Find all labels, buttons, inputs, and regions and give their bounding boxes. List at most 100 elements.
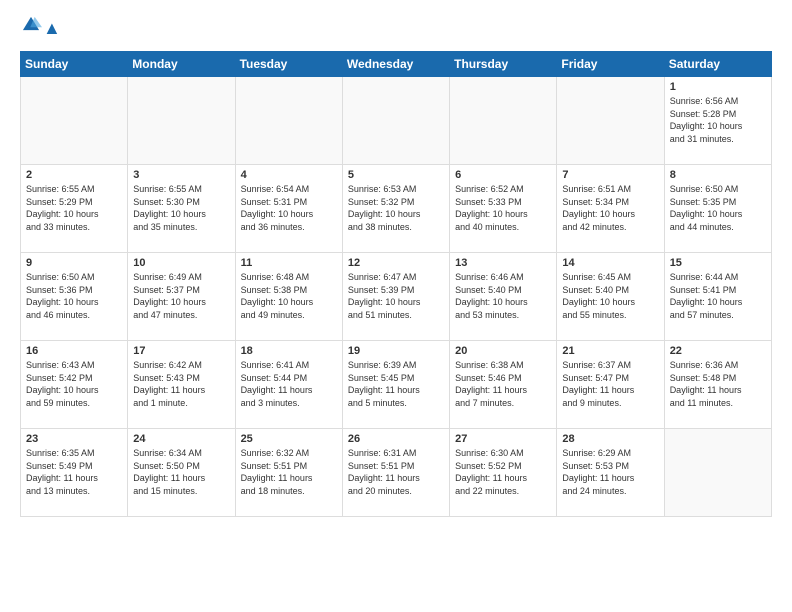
calendar-cell: 23 Sunrise: 6:35 AM Sunset: 5:49 PM Dayli… — [21, 429, 128, 517]
day-number: 24 — [133, 433, 229, 445]
day-number: 8 — [670, 169, 766, 181]
day-number: 26 — [348, 433, 444, 445]
page: ▲ SundayMondayTuesdayWednesdayThursdayFr… — [0, 0, 792, 612]
day-info: Sunrise: 6:30 AM Sunset: 5:52 PM Dayligh… — [455, 447, 551, 497]
day-number: 9 — [26, 257, 122, 269]
calendar-cell: 26 Sunrise: 6:31 AM Sunset: 5:51 PM Dayli… — [342, 429, 449, 517]
day-number: 2 — [26, 169, 122, 181]
day-info: Sunrise: 6:38 AM Sunset: 5:46 PM Dayligh… — [455, 359, 551, 409]
day-number: 16 — [26, 345, 122, 357]
day-info: Sunrise: 6:31 AM Sunset: 5:51 PM Dayligh… — [348, 447, 444, 497]
calendar-cell: 25 Sunrise: 6:32 AM Sunset: 5:51 PM Dayli… — [235, 429, 342, 517]
logo-blue-text: ▲ — [43, 19, 61, 39]
calendar-cell: 1 Sunrise: 6:56 AM Sunset: 5:28 PM Daylig… — [664, 77, 771, 165]
calendar-cell — [21, 77, 128, 165]
week-row-2: 2Sunrise: 6:55 AM Sunset: 5:29 PM Daylig… — [21, 165, 772, 253]
header-day-sunday: Sunday — [21, 52, 128, 77]
calendar-cell: 16 Sunrise: 6:43 AM Sunset: 5:42 PM Dayli… — [21, 341, 128, 429]
calendar-cell: 13 Sunrise: 6:46 AM Sunset: 5:40 PM Dayli… — [450, 253, 557, 341]
day-number: 5 — [348, 169, 444, 181]
calendar-cell: 3Sunrise: 6:55 AM Sunset: 5:30 PM Daylig… — [128, 165, 235, 253]
day-number: 20 — [455, 345, 551, 357]
calendar-cell: 2Sunrise: 6:55 AM Sunset: 5:29 PM Daylig… — [21, 165, 128, 253]
calendar-header: SundayMondayTuesdayWednesdayThursdayFrid… — [21, 52, 772, 77]
calendar-cell: 17 Sunrise: 6:42 AM Sunset: 5:43 PM Dayli… — [128, 341, 235, 429]
day-number: 3 — [133, 169, 229, 181]
day-info: Sunrise: 6:43 AM Sunset: 5:42 PM Dayligh… — [26, 359, 122, 409]
day-info: Sunrise: 6:34 AM Sunset: 5:50 PM Dayligh… — [133, 447, 229, 497]
day-info: Sunrise: 6:51 AM Sunset: 5:34 PM Dayligh… — [562, 183, 658, 233]
header-day-saturday: Saturday — [664, 52, 771, 77]
day-number: 13 — [455, 257, 551, 269]
calendar-table: SundayMondayTuesdayWednesdayThursdayFrid… — [20, 51, 772, 517]
week-row-5: 23 Sunrise: 6:35 AM Sunset: 5:49 PM Dayli… — [21, 429, 772, 517]
calendar-cell: 18 Sunrise: 6:41 AM Sunset: 5:44 PM Dayli… — [235, 341, 342, 429]
day-info: Sunrise: 6:32 AM Sunset: 5:51 PM Dayligh… — [241, 447, 337, 497]
calendar-cell — [128, 77, 235, 165]
day-number: 1 — [670, 81, 766, 93]
day-number: 11 — [241, 257, 337, 269]
day-info: Sunrise: 6:49 AM Sunset: 5:37 PM Dayligh… — [133, 271, 229, 321]
day-number: 6 — [455, 169, 551, 181]
day-number: 25 — [241, 433, 337, 445]
calendar-cell — [342, 77, 449, 165]
day-number: 10 — [133, 257, 229, 269]
week-row-4: 16 Sunrise: 6:43 AM Sunset: 5:42 PM Dayli… — [21, 341, 772, 429]
day-number: 12 — [348, 257, 444, 269]
day-number: 27 — [455, 433, 551, 445]
day-number: 14 — [562, 257, 658, 269]
header-day-friday: Friday — [557, 52, 664, 77]
day-info: Sunrise: 6:56 AM Sunset: 5:28 PM Dayligh… — [670, 95, 766, 145]
calendar-cell: 19 Sunrise: 6:39 AM Sunset: 5:45 PM Dayli… — [342, 341, 449, 429]
day-info: Sunrise: 6:36 AM Sunset: 5:48 PM Dayligh… — [670, 359, 766, 409]
day-info: Sunrise: 6:41 AM Sunset: 5:44 PM Dayligh… — [241, 359, 337, 409]
calendar-cell: 27 Sunrise: 6:30 AM Sunset: 5:52 PM Dayli… — [450, 429, 557, 517]
header-row: SundayMondayTuesdayWednesdayThursdayFrid… — [21, 52, 772, 77]
calendar-cell: 22Sunrise: 6:36 AM Sunset: 5:48 PM Dayli… — [664, 341, 771, 429]
calendar-cell — [557, 77, 664, 165]
calendar-cell: 4Sunrise: 6:54 AM Sunset: 5:31 PM Daylig… — [235, 165, 342, 253]
day-info: Sunrise: 6:50 AM Sunset: 5:35 PM Dayligh… — [670, 183, 766, 233]
day-number: 21 — [562, 345, 658, 357]
day-number: 17 — [133, 345, 229, 357]
header-day-wednesday: Wednesday — [342, 52, 449, 77]
day-info: Sunrise: 6:37 AM Sunset: 5:47 PM Dayligh… — [562, 359, 658, 409]
day-info: Sunrise: 6:46 AM Sunset: 5:40 PM Dayligh… — [455, 271, 551, 321]
day-info: Sunrise: 6:52 AM Sunset: 5:33 PM Dayligh… — [455, 183, 551, 233]
day-info: Sunrise: 6:42 AM Sunset: 5:43 PM Dayligh… — [133, 359, 229, 409]
calendar-cell: 11Sunrise: 6:48 AM Sunset: 5:38 PM Dayli… — [235, 253, 342, 341]
calendar-cell: 5Sunrise: 6:53 AM Sunset: 5:32 PM Daylig… — [342, 165, 449, 253]
day-number: 15 — [670, 257, 766, 269]
header: ▲ — [20, 16, 772, 41]
calendar-cell: 14 Sunrise: 6:45 AM Sunset: 5:40 PM Dayli… — [557, 253, 664, 341]
day-info: Sunrise: 6:35 AM Sunset: 5:49 PM Dayligh… — [26, 447, 122, 497]
week-row-1: 1 Sunrise: 6:56 AM Sunset: 5:28 PM Daylig… — [21, 77, 772, 165]
calendar-body: 1 Sunrise: 6:56 AM Sunset: 5:28 PM Daylig… — [21, 77, 772, 517]
calendar-cell: 20 Sunrise: 6:38 AM Sunset: 5:46 PM Dayli… — [450, 341, 557, 429]
calendar-cell: 15 Sunrise: 6:44 AM Sunset: 5:41 PM Dayli… — [664, 253, 771, 341]
header-day-monday: Monday — [128, 52, 235, 77]
header-day-thursday: Thursday — [450, 52, 557, 77]
calendar-cell: 8 Sunrise: 6:50 AM Sunset: 5:35 PM Daylig… — [664, 165, 771, 253]
day-info: Sunrise: 6:44 AM Sunset: 5:41 PM Dayligh… — [670, 271, 766, 321]
day-number: 4 — [241, 169, 337, 181]
day-number: 7 — [562, 169, 658, 181]
logo-icon — [20, 14, 42, 36]
calendar-cell: 9Sunrise: 6:50 AM Sunset: 5:36 PM Daylig… — [21, 253, 128, 341]
day-info: Sunrise: 6:45 AM Sunset: 5:40 PM Dayligh… — [562, 271, 658, 321]
day-number: 23 — [26, 433, 122, 445]
week-row-3: 9Sunrise: 6:50 AM Sunset: 5:36 PM Daylig… — [21, 253, 772, 341]
day-info: Sunrise: 6:39 AM Sunset: 5:45 PM Dayligh… — [348, 359, 444, 409]
calendar-cell: 21 Sunrise: 6:37 AM Sunset: 5:47 PM Dayli… — [557, 341, 664, 429]
header-day-tuesday: Tuesday — [235, 52, 342, 77]
day-number: 19 — [348, 345, 444, 357]
calendar-cell: 10 Sunrise: 6:49 AM Sunset: 5:37 PM Dayli… — [128, 253, 235, 341]
calendar-cell — [235, 77, 342, 165]
calendar-cell — [664, 429, 771, 517]
day-number: 18 — [241, 345, 337, 357]
calendar-cell: 24 Sunrise: 6:34 AM Sunset: 5:50 PM Dayli… — [128, 429, 235, 517]
calendar-cell — [450, 77, 557, 165]
day-info: Sunrise: 6:29 AM Sunset: 5:53 PM Dayligh… — [562, 447, 658, 497]
day-info: Sunrise: 6:47 AM Sunset: 5:39 PM Dayligh… — [348, 271, 444, 321]
logo: ▲ — [20, 16, 61, 41]
